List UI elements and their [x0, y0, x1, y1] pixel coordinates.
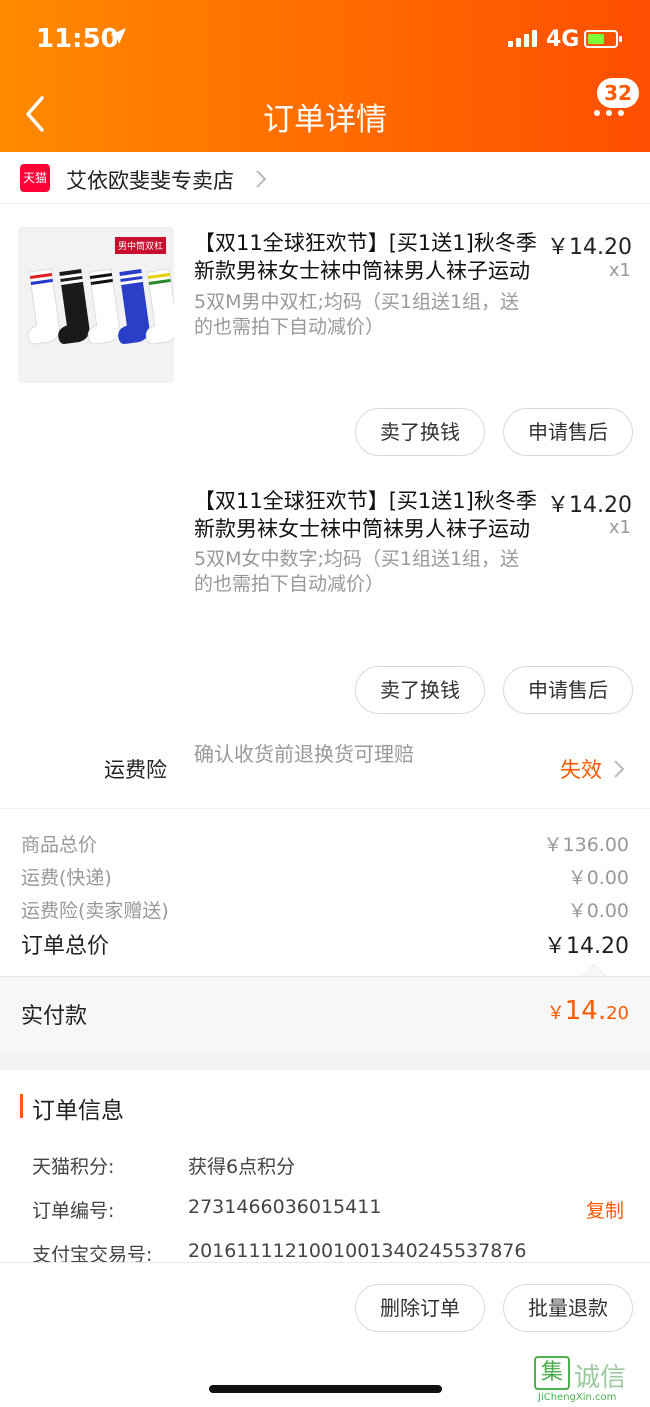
resell-button[interactable]: 卖了换钱: [355, 666, 485, 714]
header-bar: 11:50 4G 订单详情 32: [0, 0, 650, 152]
copy-button[interactable]: 复制: [586, 1196, 624, 1223]
watermark-logo: 集: [534, 1356, 570, 1390]
after-sale-button[interactable]: 申请售后: [503, 666, 633, 714]
goods-total-value: ￥136.00: [543, 834, 629, 856]
product-image[interactable]: 男中筒双杠: [18, 227, 174, 383]
chevron-right-icon[interactable]: [612, 758, 626, 784]
order-number-label: 订单编号:: [32, 1200, 115, 1222]
order-total-label: 订单总价: [21, 934, 110, 959]
alipay-trade-value: 2016111121001001340245537876: [188, 1240, 527, 1262]
status-time: 11:50: [36, 24, 119, 54]
goods-total-label: 商品总价: [21, 834, 98, 856]
product-price: ￥14.20: [547, 493, 632, 518]
delete-order-button[interactable]: 删除订单: [355, 1284, 485, 1332]
home-indicator[interactable]: [209, 1385, 442, 1393]
freight-insurance-status[interactable]: 失效: [560, 754, 602, 784]
product-spec: 5双M女中数字;均码（买1组送1组，送的也需拍下自动减价）: [194, 548, 520, 595]
points-label: 天猫积分:: [32, 1156, 115, 1178]
resell-button[interactable]: 卖了换钱: [355, 408, 485, 456]
paid-integer: 14.: [564, 996, 607, 1026]
batch-refund-button[interactable]: 批量退款: [503, 1284, 633, 1332]
freight-insurance-label: 运费险: [104, 758, 167, 782]
paid-currency: ￥: [546, 1003, 565, 1024]
location-arrow-icon: [108, 26, 128, 51]
chevron-right-icon: [254, 168, 268, 194]
network-type: 4G: [546, 27, 580, 52]
paid-amount: ￥14.20: [547, 996, 629, 1026]
more-options-button[interactable]: [594, 110, 624, 116]
divider: [0, 808, 650, 809]
insurance-fee-value: ￥0.00: [567, 900, 629, 922]
caret-up-icon: [582, 964, 606, 976]
section-accent-bar: [20, 1094, 23, 1118]
points-value: 获得6点积分: [188, 1156, 296, 1178]
battery-icon: [584, 30, 622, 48]
after-sale-button[interactable]: 申请售后: [503, 408, 633, 456]
page-title: 订单详情: [263, 102, 387, 138]
order-total-value: ￥14.20: [544, 934, 629, 959]
product-quantity: x1: [608, 517, 631, 538]
shipping-value: ￥0.00: [567, 867, 629, 889]
order-info-title: 订单信息: [32, 1098, 124, 1124]
image-tag: 男中筒双杠: [114, 237, 166, 254]
order-number-value: 2731466036015411: [188, 1196, 382, 1218]
watermark-text: 诚信: [574, 1363, 627, 1393]
freight-insurance-desc: 确认收货前退换货可理赔: [194, 742, 414, 766]
section-gap: [0, 1054, 650, 1070]
watermark-url: JiChengXin.com: [538, 1392, 617, 1403]
signal-icon: [508, 30, 537, 47]
shop-name[interactable]: 艾依欧斐斐专卖店: [66, 165, 234, 195]
paid-label: 实付款: [21, 1004, 88, 1029]
product-spec: 5双M男中双杠;均码（买1组送1组，送的也需拍下自动减价）: [194, 291, 520, 338]
product-price: ￥14.20: [547, 235, 632, 260]
insurance-fee-label: 运费险(卖家赠送): [21, 900, 169, 922]
paid-decimal: 20: [606, 1003, 629, 1024]
message-count-badge: 32: [597, 78, 639, 108]
product-title[interactable]: 【双11全球狂欢节】[买1送1]秋冬季新款男袜女士袜中筒袜男人袜子运动袜: [194, 229, 542, 285]
tmall-logo: 天猫: [20, 164, 50, 192]
product-title[interactable]: 【双11全球狂欢节】[买1送1]秋冬季新款男袜女士袜中筒袜男人袜子运动袜: [194, 487, 542, 543]
shipping-label: 运费(快递): [21, 867, 112, 889]
product-quantity: x1: [608, 260, 631, 281]
